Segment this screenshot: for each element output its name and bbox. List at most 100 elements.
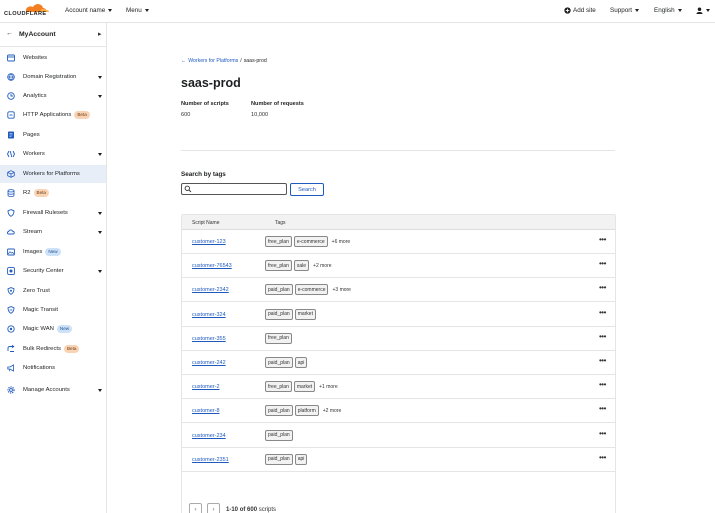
sidebar-item-zero-trust[interactable]: Zero Trust xyxy=(0,282,106,300)
beta-badge: Beta xyxy=(74,111,90,119)
tag-chip: sale xyxy=(293,260,310,272)
sidebar-item-r2[interactable]: R2 Beta xyxy=(0,184,106,202)
caret-down-icon[interactable] xyxy=(98,269,102,273)
tag-list: free_plan market +1 more xyxy=(265,381,338,393)
back-arrow-icon[interactable]: ← xyxy=(6,30,13,37)
caret-down-icon xyxy=(108,9,113,12)
browser-icon xyxy=(7,54,15,62)
sidebar-item-label: Security Center xyxy=(23,268,64,274)
caret-down-icon[interactable] xyxy=(98,230,102,234)
sidebar-item-text: Workers xyxy=(23,151,45,157)
globe-icon xyxy=(7,73,15,81)
sidebar-item-http-applications[interactable]: HTTP Applications Beta xyxy=(0,106,106,124)
row-menu-icon[interactable]: ••• xyxy=(599,356,606,365)
sidebar-item-stream[interactable]: Stream xyxy=(0,223,106,241)
main-content: ← Workers for Platforms / saas-prod saas… xyxy=(108,23,715,513)
more-tags-text: +6 more xyxy=(331,238,351,245)
script-name-link[interactable]: customer-355 xyxy=(192,336,226,342)
sidebar-item-text: Zero Trust xyxy=(23,288,50,294)
language-label: English xyxy=(654,7,675,14)
megaphone-icon xyxy=(7,364,15,372)
caret-down-icon[interactable] xyxy=(98,152,102,156)
sidebar-item-label: Stream xyxy=(23,229,42,235)
top-bar: CLOUDFLARE Account name Menu Add site Su… xyxy=(0,0,715,23)
tag-chip: e-commerce xyxy=(293,236,328,247)
add-site-button[interactable]: Add site xyxy=(564,7,596,14)
row-menu-icon[interactable]: ••• xyxy=(599,308,606,317)
caret-down-icon xyxy=(706,9,710,12)
tag-chip: platform xyxy=(294,405,319,417)
sidebar-item-bulk-redirects[interactable]: Bulk Redirects Beta xyxy=(0,340,106,358)
row-menu-icon[interactable]: ••• xyxy=(599,380,606,389)
caret-down-icon[interactable] xyxy=(98,211,102,215)
menu-dropdown[interactable]: Menu xyxy=(126,7,149,14)
row-menu-icon[interactable]: ••• xyxy=(599,283,606,292)
table-row: customer-2351 paid_plan api ••• xyxy=(182,448,615,472)
search-input[interactable] xyxy=(181,183,287,195)
prev-page-button[interactable]: ‹ xyxy=(189,503,202,513)
sidebar-item-label: Zero Trust xyxy=(23,288,50,294)
row-menu-icon[interactable]: ••• xyxy=(599,259,606,268)
tag-chip: paid_plan xyxy=(265,453,293,465)
sidebar-item-workers[interactable]: Workers xyxy=(0,145,106,163)
support-dropdown[interactable]: Support xyxy=(610,7,640,14)
row-menu-icon[interactable]: ••• xyxy=(599,453,606,462)
tag-list: paid_plan api xyxy=(265,357,308,368)
sidebar-item-text: Magic WAN xyxy=(23,326,54,332)
sidebar-item-text: Magic Transit xyxy=(23,307,59,313)
row-menu-icon[interactable]: ••• xyxy=(599,332,606,341)
user-menu[interactable] xyxy=(696,7,710,14)
caret-down-icon[interactable] xyxy=(98,75,102,79)
language-dropdown[interactable]: English xyxy=(654,7,682,14)
row-menu-icon[interactable]: ••• xyxy=(599,235,606,244)
stat-label: Number of scripts xyxy=(181,101,229,107)
table-header: Script Name Tags xyxy=(182,215,615,230)
pagination-of: of xyxy=(239,507,246,513)
tag-chip: paid_plan xyxy=(265,357,293,368)
sidebar-item-label: Manage Accounts xyxy=(23,387,70,393)
sidebar-item-workers-for-platforms[interactable]: Workers for Platforms xyxy=(0,165,106,183)
sidebar-item-websites[interactable]: Websites xyxy=(0,49,106,67)
row-menu-icon[interactable]: ••• xyxy=(599,429,606,438)
pagination-unit: scripts xyxy=(258,507,277,513)
sidebar-item-text: Firewall Rulesets xyxy=(23,210,68,216)
script-name-link[interactable]: customer-324 xyxy=(192,312,226,318)
account-name-dropdown[interactable]: Account name xyxy=(65,7,113,14)
sidebar-item-magic-transit[interactable]: Magic Transit xyxy=(0,301,106,319)
sidebar-item-text: Analytics xyxy=(23,93,47,99)
caret-down-icon xyxy=(677,9,682,12)
sidebar-item-text: Notifications xyxy=(23,365,56,371)
script-name-link[interactable]: customer-2351 xyxy=(192,457,229,463)
sidebar-item-magic-wan[interactable]: Magic WAN New xyxy=(0,320,106,338)
chevron-right-icon[interactable]: ▸ xyxy=(98,30,102,38)
sidebar-item-label: Bulk Redirects Beta xyxy=(23,345,80,353)
redirect-icon xyxy=(7,345,15,353)
sidebar-item-firewall-rulesets[interactable]: Firewall Rulesets xyxy=(0,204,106,222)
sidebar-item-security-center[interactable]: Security Center xyxy=(0,262,106,280)
script-name-link[interactable]: customer-123 xyxy=(192,239,226,245)
sidebar-item-pages[interactable]: Pages xyxy=(0,126,106,144)
next-page-button[interactable]: › xyxy=(207,503,220,513)
sidebar-item-manage-accounts[interactable]: Manage Accounts xyxy=(0,381,106,399)
sidebar-item-notifications[interactable]: Notifications xyxy=(0,359,106,377)
tag-list: free_plan sale +2 more xyxy=(265,260,332,272)
cloudflare-logo[interactable]: CLOUDFLARE xyxy=(4,2,52,20)
tag-chip: free_plan xyxy=(265,236,292,247)
row-menu-icon[interactable]: ••• xyxy=(599,404,606,413)
script-name-link[interactable]: customer-2 xyxy=(192,384,220,390)
script-name-link[interactable]: customer-2342 xyxy=(192,287,229,293)
sidebar-item-analytics[interactable]: Analytics xyxy=(0,87,106,105)
breadcrumb-parent-link[interactable]: Workers for Platforms xyxy=(188,58,238,64)
sidebar-item-text: R2 xyxy=(23,190,31,196)
script-name-link[interactable]: customer-242 xyxy=(192,360,226,366)
search-button[interactable]: Search xyxy=(290,183,324,196)
sidebar-item-domain-registration[interactable]: Domain Registration xyxy=(0,68,106,86)
script-name-link[interactable]: customer-8 xyxy=(192,408,220,414)
support-label: Support xyxy=(610,7,633,14)
sidebar-item-images[interactable]: Images New xyxy=(0,243,106,261)
script-name-link[interactable]: customer-234 xyxy=(192,433,226,439)
security-center-icon xyxy=(7,267,15,275)
caret-down-icon[interactable] xyxy=(98,388,102,392)
caret-down-icon[interactable] xyxy=(98,94,102,98)
script-name-link[interactable]: customer-76543 xyxy=(192,263,232,269)
